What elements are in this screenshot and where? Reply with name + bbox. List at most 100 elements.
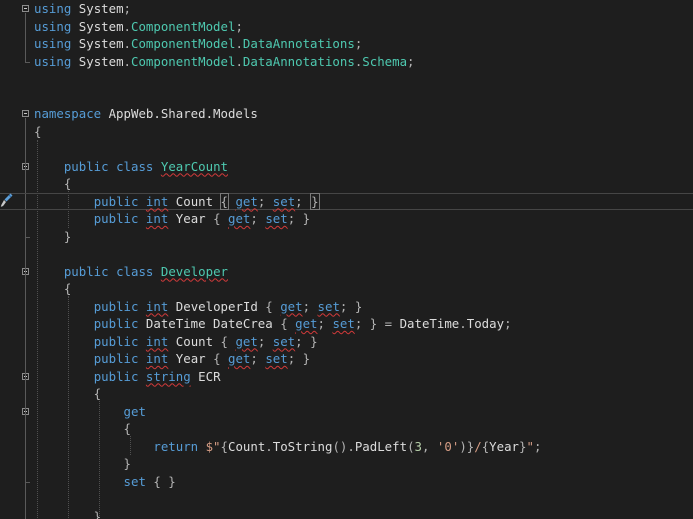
code-token: ; xyxy=(407,53,415,69)
code-line[interactable]: { xyxy=(0,420,693,438)
code-token: ; xyxy=(250,211,266,226)
code-line-text: public int Count { get; set; } xyxy=(34,333,318,351)
code-token: { xyxy=(34,386,102,401)
code-token: . xyxy=(265,438,273,454)
code-line[interactable]: } xyxy=(0,508,693,519)
code-token: set xyxy=(265,351,288,366)
code-token: int xyxy=(145,333,169,349)
code-token: public xyxy=(93,333,139,349)
code-line-text: get xyxy=(34,403,146,421)
code-token: { xyxy=(280,316,296,331)
code-token: . xyxy=(235,53,243,69)
code-token: System xyxy=(71,53,124,69)
code-line[interactable]: public int Year { get; set; } xyxy=(0,350,693,368)
code-line[interactable]: public class YearCount xyxy=(0,158,693,176)
code-line[interactable]: using System.ComponentModel.DataAnnotati… xyxy=(0,53,693,71)
code-line-text: using System; xyxy=(34,0,131,18)
code-token: ; xyxy=(235,18,243,34)
code-token: get xyxy=(235,333,258,349)
code-token: public xyxy=(93,368,139,384)
code-token: System xyxy=(71,36,124,51)
code-token: { xyxy=(34,281,72,296)
code-token: int xyxy=(145,211,169,226)
code-line-text: { xyxy=(34,280,71,298)
code-token: DataAnnotations xyxy=(242,36,355,51)
code-token: ; xyxy=(123,1,131,16)
code-token: )} xyxy=(459,438,475,454)
code-line[interactable]: set { } xyxy=(0,473,693,491)
code-token: System xyxy=(71,18,124,34)
code-line[interactable]: public string ECR xyxy=(0,368,693,386)
code-token: . xyxy=(123,36,131,51)
code-line[interactable]: public int Count { get; set; } xyxy=(0,333,693,351)
code-token: using xyxy=(34,53,72,69)
code-line[interactable]: public int Count { get; set; } xyxy=(0,192,693,211)
code-line-text: namespace AppWeb.Shared.Models xyxy=(34,105,258,123)
code-token: { xyxy=(34,123,42,139)
code-line[interactable]: using System.ComponentModel; xyxy=(0,18,693,36)
code-line[interactable]: public int Year { get; set; } xyxy=(0,210,693,228)
code-token: DateTime DateCrea xyxy=(138,316,281,331)
code-token: } xyxy=(34,508,102,519)
code-token: get xyxy=(228,351,251,366)
code-line[interactable]: using System.ComponentModel.DataAnnotati… xyxy=(0,35,693,53)
code-token: get xyxy=(280,298,303,314)
code-line[interactable]: { xyxy=(0,280,693,298)
code-token: ToString xyxy=(272,438,333,454)
code-line-text: public int Year { get; set; } xyxy=(34,210,310,228)
code-token: ( xyxy=(407,438,415,454)
code-line[interactable]: get xyxy=(0,403,693,421)
code-token: ; } xyxy=(339,298,363,314)
code-token: $" xyxy=(205,438,221,454)
code-line[interactable]: using System; xyxy=(0,0,693,18)
code-token: class xyxy=(116,263,154,279)
code-token: public xyxy=(93,211,139,226)
code-token: ; xyxy=(533,438,542,454)
code-line-text: } xyxy=(34,455,131,473)
code-token: PadLeft xyxy=(354,438,408,454)
code-line[interactable]: { xyxy=(0,175,693,193)
code-token: DataAnnotations xyxy=(242,53,355,69)
code-token: get xyxy=(123,403,146,419)
code-line-text: public int DeveloperId { get; set; } xyxy=(34,298,363,316)
code-token: (). xyxy=(332,438,355,454)
code-token: ; xyxy=(317,316,333,331)
code-line[interactable]: public DateTime DateCrea { get; set; } =… xyxy=(0,315,693,333)
code-token: int xyxy=(145,351,169,366)
code-editor[interactable]: using System; using System.ComponentModel… xyxy=(0,0,693,519)
code-token: using xyxy=(34,36,72,51)
code-line[interactable]: { xyxy=(0,385,693,403)
code-line[interactable]: public int DeveloperId { get; set; } xyxy=(0,298,693,316)
code-line[interactable]: return $"{Count.ToString().PadLeft(3, '0… xyxy=(0,438,693,456)
code-token: { xyxy=(34,421,131,436)
code-token: ComponentModel xyxy=(131,53,236,69)
code-token: ECR xyxy=(190,368,221,384)
code-line[interactable]: namespace AppWeb.Shared.Models xyxy=(0,105,693,123)
code-token: ComponentModel xyxy=(131,36,236,51)
code-token: { xyxy=(220,333,236,349)
code-token: YearCount xyxy=(160,158,228,174)
code-line-text: public int Year { get; set; } xyxy=(34,350,310,368)
code-line[interactable]: } xyxy=(0,228,693,246)
code-token: . xyxy=(123,18,131,34)
code-token: } xyxy=(34,228,72,244)
code-token: DeveloperId xyxy=(168,298,266,314)
quick-actions-brush-icon[interactable] xyxy=(0,192,14,208)
code-token: Year xyxy=(489,438,520,454)
code-line[interactable]: } xyxy=(0,455,693,473)
code-line[interactable]: { xyxy=(0,123,693,141)
code-token: DateTime xyxy=(399,316,460,331)
code-line-text: } xyxy=(34,228,71,246)
code-line[interactable]: public class Developer xyxy=(0,263,693,281)
code-token: Schema xyxy=(362,53,408,69)
code-token: set xyxy=(123,473,146,489)
code-line-text: { xyxy=(34,123,41,141)
code-line-text: return $"{Count.ToString().PadLeft(3, '0… xyxy=(34,438,541,456)
